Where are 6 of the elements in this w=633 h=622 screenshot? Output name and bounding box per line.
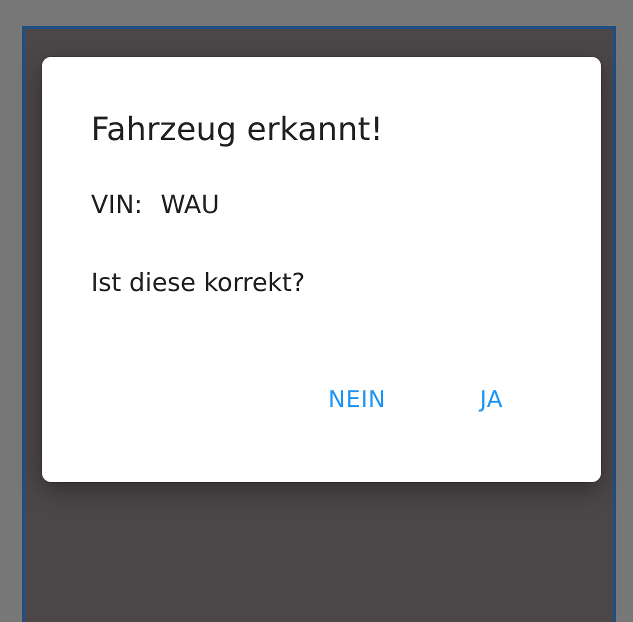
dialog-button[interactable]: JA — [468, 379, 515, 421]
vin-value: WAU — [160, 189, 220, 221]
vin-label: VIN: — [91, 189, 143, 221]
dialog-title: Fahrzeug erkannt! — [91, 109, 384, 149]
dialog-question: Ist diese korrekt? — [91, 267, 306, 299]
dialog-button[interactable]: NEIN — [316, 379, 398, 421]
